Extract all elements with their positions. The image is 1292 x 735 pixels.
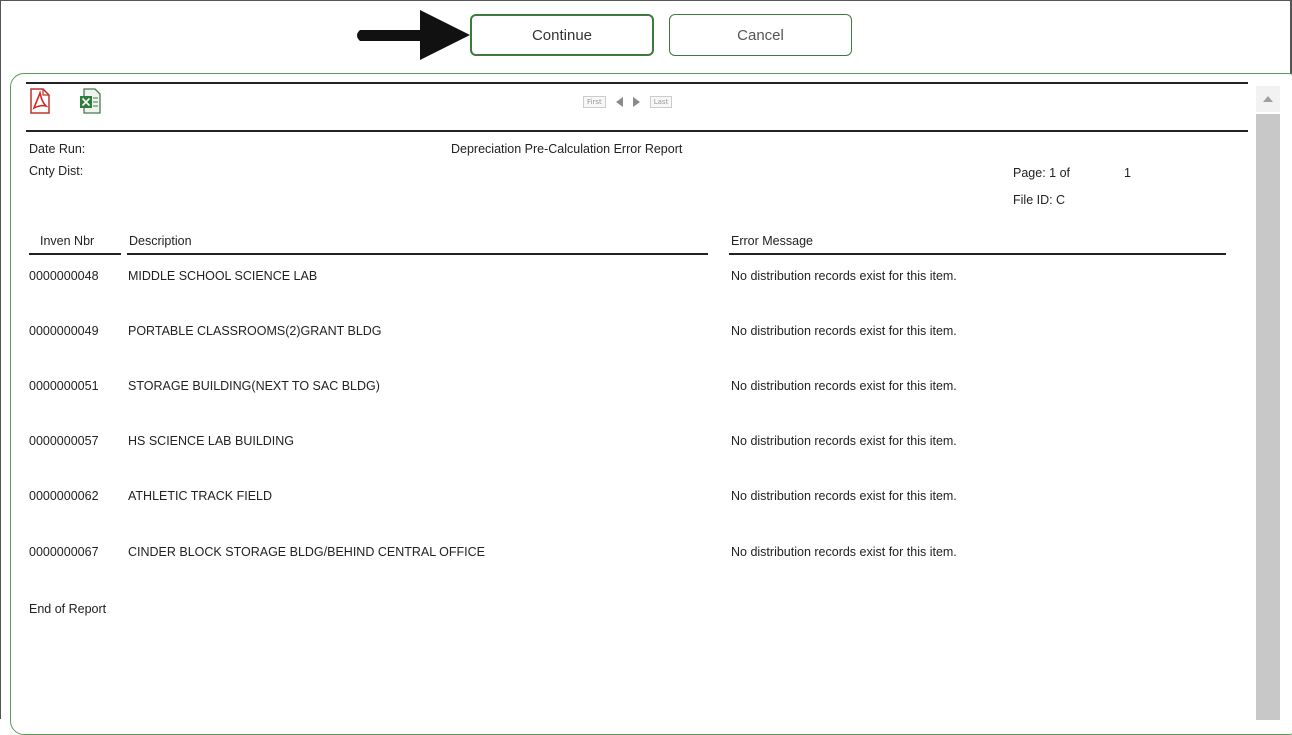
scroll-up-button[interactable] bbox=[1256, 86, 1280, 112]
error-message-cell: No distribution records exist for this i… bbox=[731, 379, 957, 393]
error-message-cell: No distribution records exist for this i… bbox=[731, 545, 957, 559]
pointer-arrow-icon bbox=[357, 10, 470, 60]
inven-nbr-cell: 0000000067 bbox=[29, 545, 99, 559]
inven-nbr-cell: 0000000062 bbox=[29, 489, 99, 503]
column-header-error-message: Error Message bbox=[731, 234, 813, 248]
excel-export-icon[interactable] bbox=[79, 88, 101, 114]
error-message-cell: No distribution records exist for this i… bbox=[731, 434, 957, 448]
error-message-cell: No distribution records exist for this i… bbox=[731, 489, 957, 503]
continue-button[interactable]: Continue bbox=[470, 14, 654, 56]
page-label: Page: 1 of bbox=[1013, 166, 1070, 180]
description-cell: ATHLETIC TRACK FIELD bbox=[128, 489, 273, 503]
cnty-dist-label: Cnty Dist: bbox=[29, 164, 84, 178]
toolbar-divider bbox=[26, 130, 1248, 132]
cancel-button[interactable]: Cancel bbox=[669, 14, 852, 56]
inven-nbr-cell: 0000000049 bbox=[29, 324, 99, 338]
last-page-button[interactable]: Last bbox=[649, 96, 673, 108]
inven-nbr-cell: 0000000048 bbox=[29, 269, 99, 283]
column-header-description: Description bbox=[129, 234, 192, 248]
error-message-cell: No distribution records exist for this i… bbox=[731, 269, 957, 283]
vertical-scrollbar[interactable] bbox=[1256, 114, 1280, 720]
description-cell: STORAGE BUILDING(NEXT TO SAC BLDG) bbox=[128, 379, 380, 393]
end-of-report-label: End of Report bbox=[29, 602, 107, 616]
description-cell: CINDER BLOCK STORAGE BLDG/BEHIND CENTRAL… bbox=[128, 545, 486, 559]
chevron-up-icon bbox=[1263, 96, 1273, 102]
first-page-button[interactable]: First bbox=[583, 96, 606, 108]
inven-nbr-cell: 0000000057 bbox=[29, 434, 99, 448]
page-total: 1 bbox=[1124, 166, 1131, 180]
inven-nbr-cell: 0000000051 bbox=[29, 379, 99, 393]
column-header-inven-nbr: Inven Nbr bbox=[40, 234, 95, 248]
report-viewer-panel bbox=[10, 73, 1292, 735]
file-id-label: File ID: C bbox=[1013, 193, 1066, 207]
column-underline-description bbox=[127, 253, 708, 255]
error-message-cell: No distribution records exist for this i… bbox=[731, 324, 957, 338]
previous-page-icon[interactable] bbox=[615, 97, 623, 107]
page-navigator: First Last bbox=[583, 96, 673, 108]
next-page-icon[interactable] bbox=[632, 97, 640, 107]
description-cell: PORTABLE CLASSROOMS(2)GRANT BLDG bbox=[128, 324, 382, 338]
description-cell: MIDDLE SCHOOL SCIENCE LAB bbox=[128, 269, 318, 283]
column-underline-error-message bbox=[729, 253, 1226, 255]
report-top-divider bbox=[26, 82, 1248, 84]
date-run-label: Date Run: bbox=[29, 142, 86, 156]
report-title: Depreciation Pre-Calculation Error Repor… bbox=[451, 142, 683, 156]
pdf-export-icon[interactable] bbox=[29, 88, 51, 114]
column-underline-inven-nbr bbox=[29, 253, 121, 255]
description-cell: HS SCIENCE LAB BUILDING bbox=[128, 434, 295, 448]
